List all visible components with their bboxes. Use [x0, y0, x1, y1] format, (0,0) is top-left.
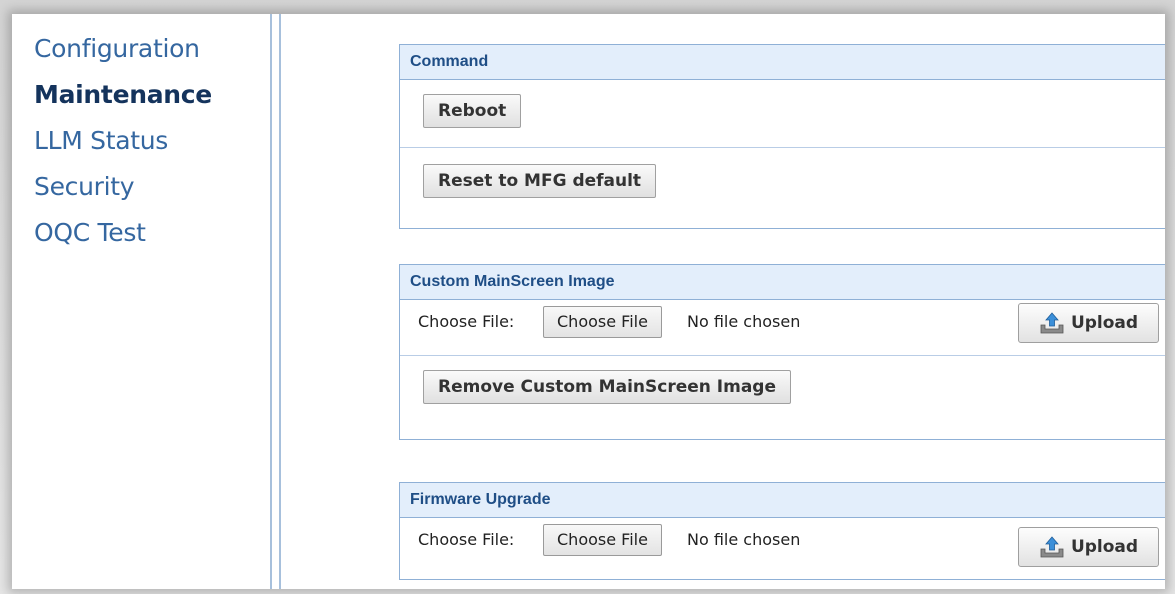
nav-item-llm-status[interactable]: LLM Status	[34, 126, 168, 155]
firmware-file-row: Choose File: Choose File No file chosen …	[400, 518, 1165, 580]
custom-image-upload-button[interactable]: Upload	[1018, 303, 1159, 343]
reboot-row: Reboot	[400, 80, 1165, 148]
window-frame: Configuration Maintenance LLM Status Sec…	[0, 0, 1175, 594]
custom-image-panel: Custom MainScreen Image Choose File: Cho…	[399, 264, 1165, 440]
custom-image-file-row: Choose File: Choose File No file chosen …	[400, 300, 1165, 356]
sidebar-divider	[270, 14, 281, 589]
nav-item-maintenance[interactable]: Maintenance	[34, 80, 212, 109]
choose-file-label: Choose File:	[418, 312, 515, 331]
remove-custom-image-button[interactable]: Remove Custom MainScreen Image	[423, 370, 791, 404]
page-content: Configuration Maintenance LLM Status Sec…	[12, 14, 1165, 589]
firmware-choose-file-button[interactable]: Choose File	[543, 524, 662, 556]
firmware-choose-file-label: Choose File:	[418, 530, 515, 549]
firmware-upload-label: Upload	[1070, 537, 1139, 557]
firmware-panel: Firmware Upgrade Choose File: Choose Fil…	[399, 482, 1165, 580]
upload-tray-icon	[1040, 312, 1064, 334]
firmware-panel-title: Firmware Upgrade	[400, 483, 1165, 518]
firmware-file-status: No file chosen	[687, 530, 801, 549]
sidebar-nav: Configuration Maintenance LLM Status Sec…	[12, 14, 270, 589]
reset-row: Reset to MFG default	[400, 148, 1165, 228]
firmware-upload-button[interactable]: Upload	[1018, 527, 1159, 567]
command-panel: Command Reboot Reset to MFG default	[399, 44, 1165, 229]
nav-item-configuration[interactable]: Configuration	[34, 34, 200, 63]
nav-item-security[interactable]: Security	[34, 172, 135, 201]
custom-image-panel-title: Custom MainScreen Image	[400, 265, 1165, 300]
custom-image-choose-file-button[interactable]: Choose File	[543, 306, 662, 338]
custom-image-upload-label: Upload	[1070, 313, 1139, 333]
custom-image-file-status: No file chosen	[687, 312, 801, 331]
nav-item-oqc-test[interactable]: OQC Test	[34, 218, 146, 247]
command-panel-title: Command	[400, 45, 1165, 80]
remove-image-row: Remove Custom MainScreen Image	[400, 356, 1165, 426]
upload-tray-icon	[1040, 536, 1064, 558]
reboot-button[interactable]: Reboot	[423, 94, 522, 128]
reset-mfg-default-button[interactable]: Reset to MFG default	[423, 164, 657, 198]
